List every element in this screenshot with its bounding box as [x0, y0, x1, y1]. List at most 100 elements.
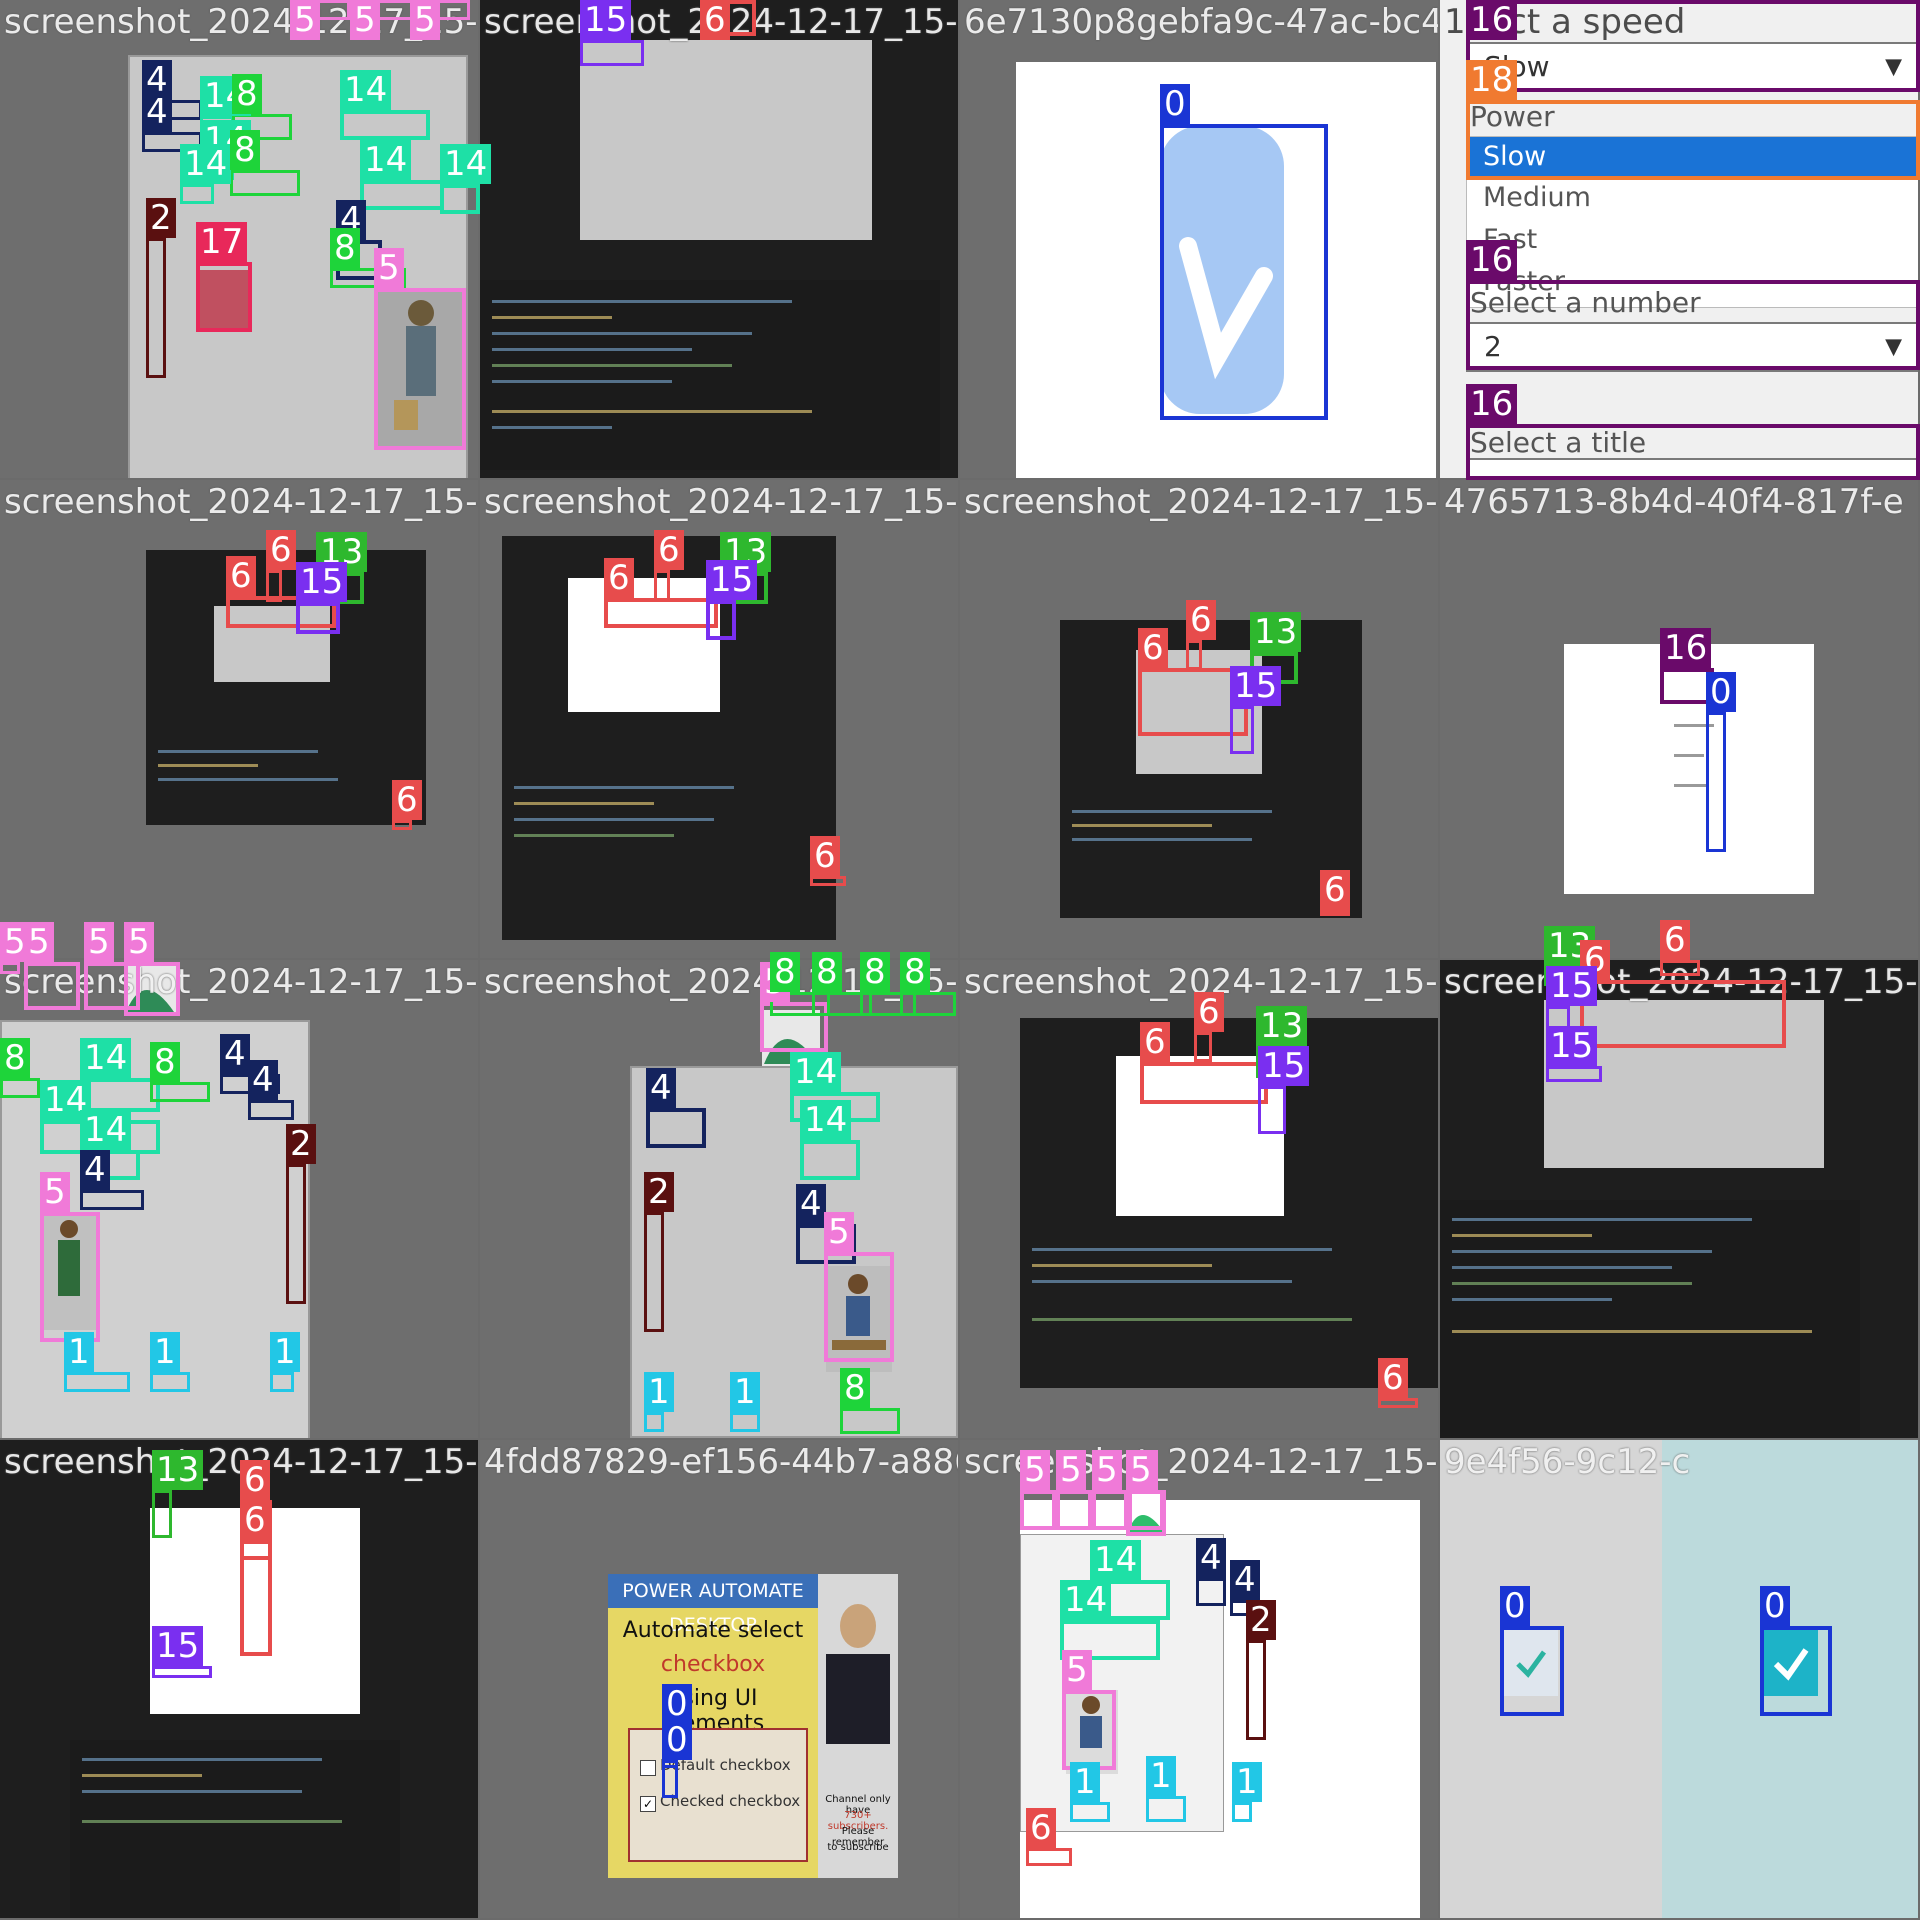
bbox-label-18: 18	[1466, 60, 1518, 100]
bbox-label-0: 0	[662, 1684, 692, 1724]
bbox-label-17: 17	[196, 222, 248, 262]
tile-title: 4fdd87829-ef156-44b7-a886-98	[484, 1442, 958, 1482]
bbox-label-5: 5	[290, 0, 320, 40]
bbox-label-16: 16	[1466, 384, 1518, 424]
bbox-label-1: 1	[1146, 1756, 1176, 1796]
bbox-label-6: 6	[1320, 870, 1350, 910]
number-select[interactable]: 2 ▼	[1466, 322, 1918, 372]
default-checkbox[interactable]	[640, 1760, 656, 1776]
unchecked-checkbox[interactable]	[1502, 1630, 1558, 1696]
bbox-label-1: 1	[64, 1332, 94, 1372]
checked-checkbox[interactable]: ✓	[640, 1796, 656, 1812]
bbox-label-8: 8	[330, 228, 360, 268]
bbox-label-15: 15	[1230, 666, 1282, 706]
checkbox-panel: Default checkbox ✓ Checked checkbox	[628, 1728, 808, 1862]
tile-title: 4765713-8b4d-40f4-817f-e	[1444, 482, 1904, 522]
checked-checkbox-label: Checked checkbox	[660, 1792, 801, 1810]
tile-title: 6e7130p8gebfa9c-47ac-bc47-0	[964, 2, 1438, 42]
tile-ide-3: screenshot_2024-12-17_15-47-39.png.rf	[480, 480, 958, 958]
speed-options-list: Slow Medium Fast Faster	[1466, 136, 1918, 308]
bbox-label-5: 5	[124, 922, 154, 962]
option-slow[interactable]: Slow	[1467, 137, 1918, 177]
bbox-label-14: 14	[440, 144, 492, 184]
bbox-label-4: 4	[1230, 1560, 1260, 1600]
bbox-label-8: 8	[840, 1368, 870, 1408]
bbox-label-2: 2	[286, 1124, 316, 1164]
office-man-image	[826, 1266, 892, 1372]
presenter-photo: Channel only have 730+ subscribers. Plea…	[818, 1574, 898, 1878]
bbox-label-6: 6	[240, 1500, 270, 1540]
bbox-label-15: 15	[152, 1626, 204, 1666]
bbox-label-6: 6	[810, 836, 840, 876]
tile-title: 9e4f56-9c12-c	[1444, 1442, 1691, 1482]
bbox-label-6: 6	[604, 558, 634, 598]
bbox-label-6: 6	[1140, 1022, 1170, 1062]
bbox-label-5: 5	[1056, 1450, 1086, 1490]
option-medium[interactable]: Medium	[1467, 177, 1918, 219]
bbox-label-8: 8	[770, 952, 800, 992]
bbox-label-6: 6	[1660, 920, 1690, 960]
bbox-label-5: 5	[410, 0, 440, 40]
bbox-label-16: 16	[1660, 628, 1712, 668]
bbox-label-14: 14	[80, 1038, 132, 1078]
form-screen	[630, 1066, 958, 1438]
businessman-image	[40, 1214, 98, 1330]
tile-health-form-3: screenshot_2024-12-17_15-38-44.png.rf	[480, 960, 958, 1438]
ide-window	[1020, 1018, 1438, 1388]
bbox-label-8: 8	[900, 952, 930, 992]
bbox-label-14: 14	[80, 1110, 132, 1150]
bbox-label-8: 8	[860, 952, 890, 992]
bbox-label-6: 6	[700, 0, 730, 40]
tile-title: screenshot_2024-12-17_15-47-39.png.rf	[964, 482, 1438, 522]
bbox-label-5: 5	[24, 922, 54, 962]
bbox-label-13: 13	[1256, 1006, 1308, 1046]
bbox-label-6: 6	[240, 1460, 270, 1500]
bbox-label-1: 1	[1232, 1762, 1262, 1802]
bbox-label-0: 0	[1760, 1586, 1790, 1626]
ide-window	[146, 550, 426, 825]
option-fast[interactable]: Fast	[1467, 219, 1918, 261]
bbox-label-1: 1	[270, 1332, 300, 1372]
bbox-label-16: 16	[1466, 240, 1518, 280]
video-thumbnail: POWER AUTOMATE DESKTOP Automate select c…	[608, 1574, 898, 1878]
bbox-label-0: 0	[1706, 672, 1736, 712]
tile-title: screenshot_2024-12-17_15-	[4, 2, 478, 42]
bbox-label-5: 5	[1126, 1450, 1156, 1490]
bbox-label-5: 5	[350, 0, 380, 40]
title-select[interactable]	[1466, 458, 1918, 478]
checked-checkbox[interactable]	[1762, 1630, 1818, 1696]
bbox-label-5: 5	[1092, 1450, 1122, 1490]
tile-title: screenshot_2024-12-17_15-47-20.png.rf	[4, 482, 478, 522]
tile-pad-thumbnail: POWER AUTOMATE DESKTOP Automate select c…	[480, 1440, 958, 1918]
bbox-label-15: 15	[1546, 1026, 1598, 1066]
bbox-label-4: 4	[248, 1060, 278, 1100]
bbox-label-15: 15	[1546, 966, 1598, 1006]
bbox-label-4: 4	[1196, 1538, 1226, 1578]
bbox-label-13: 13	[1250, 612, 1302, 652]
number-select-value: 2	[1484, 330, 1502, 363]
bbox-label-4: 4	[646, 1068, 676, 1108]
bbox-label-14: 14	[180, 144, 232, 184]
tile-title: screenshot_2024-12-17_15-47-39.png.rf	[484, 482, 958, 522]
cartoon-man-image	[376, 290, 466, 450]
speed-select[interactable]: Slow ▼	[1466, 42, 1918, 92]
ide-window	[1060, 620, 1362, 918]
bbox-label-6: 6	[226, 556, 256, 596]
tile-ide-4: screenshot_2024-12-17_15-47-39.png.rf	[960, 480, 1438, 958]
bbox-label-0: 0	[1160, 84, 1190, 124]
bbox-label-14: 14	[1060, 1580, 1112, 1620]
chevron-down-icon: ▼	[1885, 334, 1902, 360]
speed-label: Power	[1470, 100, 1555, 133]
green-chart-thumb	[1126, 1494, 1166, 1534]
bbox-label-6: 6	[1194, 992, 1224, 1032]
thumb-line1: Automate select	[622, 1618, 804, 1643]
bbox-label-2: 2	[146, 198, 176, 238]
bbox-label-14: 14	[340, 70, 392, 110]
bbox-label-2: 2	[1246, 1600, 1276, 1640]
bbox-label-14: 14	[1090, 1540, 1142, 1580]
bbox-label-1: 1	[1070, 1762, 1100, 1802]
bbox-label-4: 4	[80, 1150, 110, 1190]
bbox-label-13: 13	[152, 1450, 204, 1490]
bbox-label-5: 5	[1020, 1450, 1050, 1490]
bbox-label-15: 15	[580, 0, 632, 40]
